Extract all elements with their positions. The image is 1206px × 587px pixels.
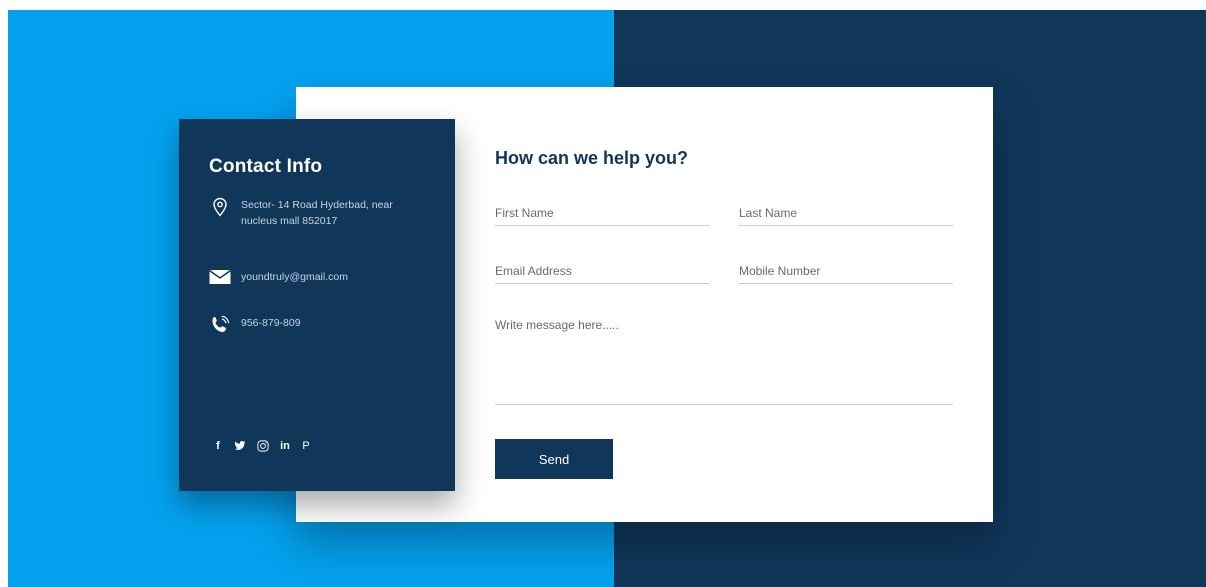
email-row: youndtruly@gmail.com xyxy=(209,269,431,285)
first-name-input[interactable] xyxy=(495,201,709,226)
pinterest-icon[interactable]: P xyxy=(301,439,311,453)
address-row: Sector- 14 Road Hyderbad, near nucleus m… xyxy=(209,197,431,229)
contact-info-card: Contact Info Sector- 14 Road Hyderbad, n… xyxy=(179,119,455,491)
phone-text[interactable]: 956-879-809 xyxy=(241,315,431,331)
contact-info-title: Contact Info xyxy=(209,156,323,177)
email-input[interactable] xyxy=(495,259,709,284)
phone-row: 956-879-809 xyxy=(209,315,431,335)
address-text: Sector- 14 Road Hyderbad, near nucleus m… xyxy=(241,199,393,227)
last-name-input[interactable] xyxy=(739,201,953,226)
twitter-icon[interactable] xyxy=(234,439,246,453)
facebook-icon[interactable]: f xyxy=(213,439,223,453)
send-button[interactable]: Send xyxy=(495,439,613,479)
linkedin-icon[interactable]: in xyxy=(280,439,290,453)
location-icon xyxy=(213,197,227,217)
instagram-icon[interactable] xyxy=(257,439,269,453)
mail-icon xyxy=(209,269,231,284)
email-text[interactable]: youndtruly@gmail.com xyxy=(241,269,431,285)
social-links: f in P xyxy=(213,439,311,453)
phone-icon xyxy=(212,315,230,332)
form-title: How can we help you? xyxy=(495,148,689,168)
mobile-number-input[interactable] xyxy=(739,259,953,284)
message-textarea[interactable] xyxy=(495,318,953,405)
